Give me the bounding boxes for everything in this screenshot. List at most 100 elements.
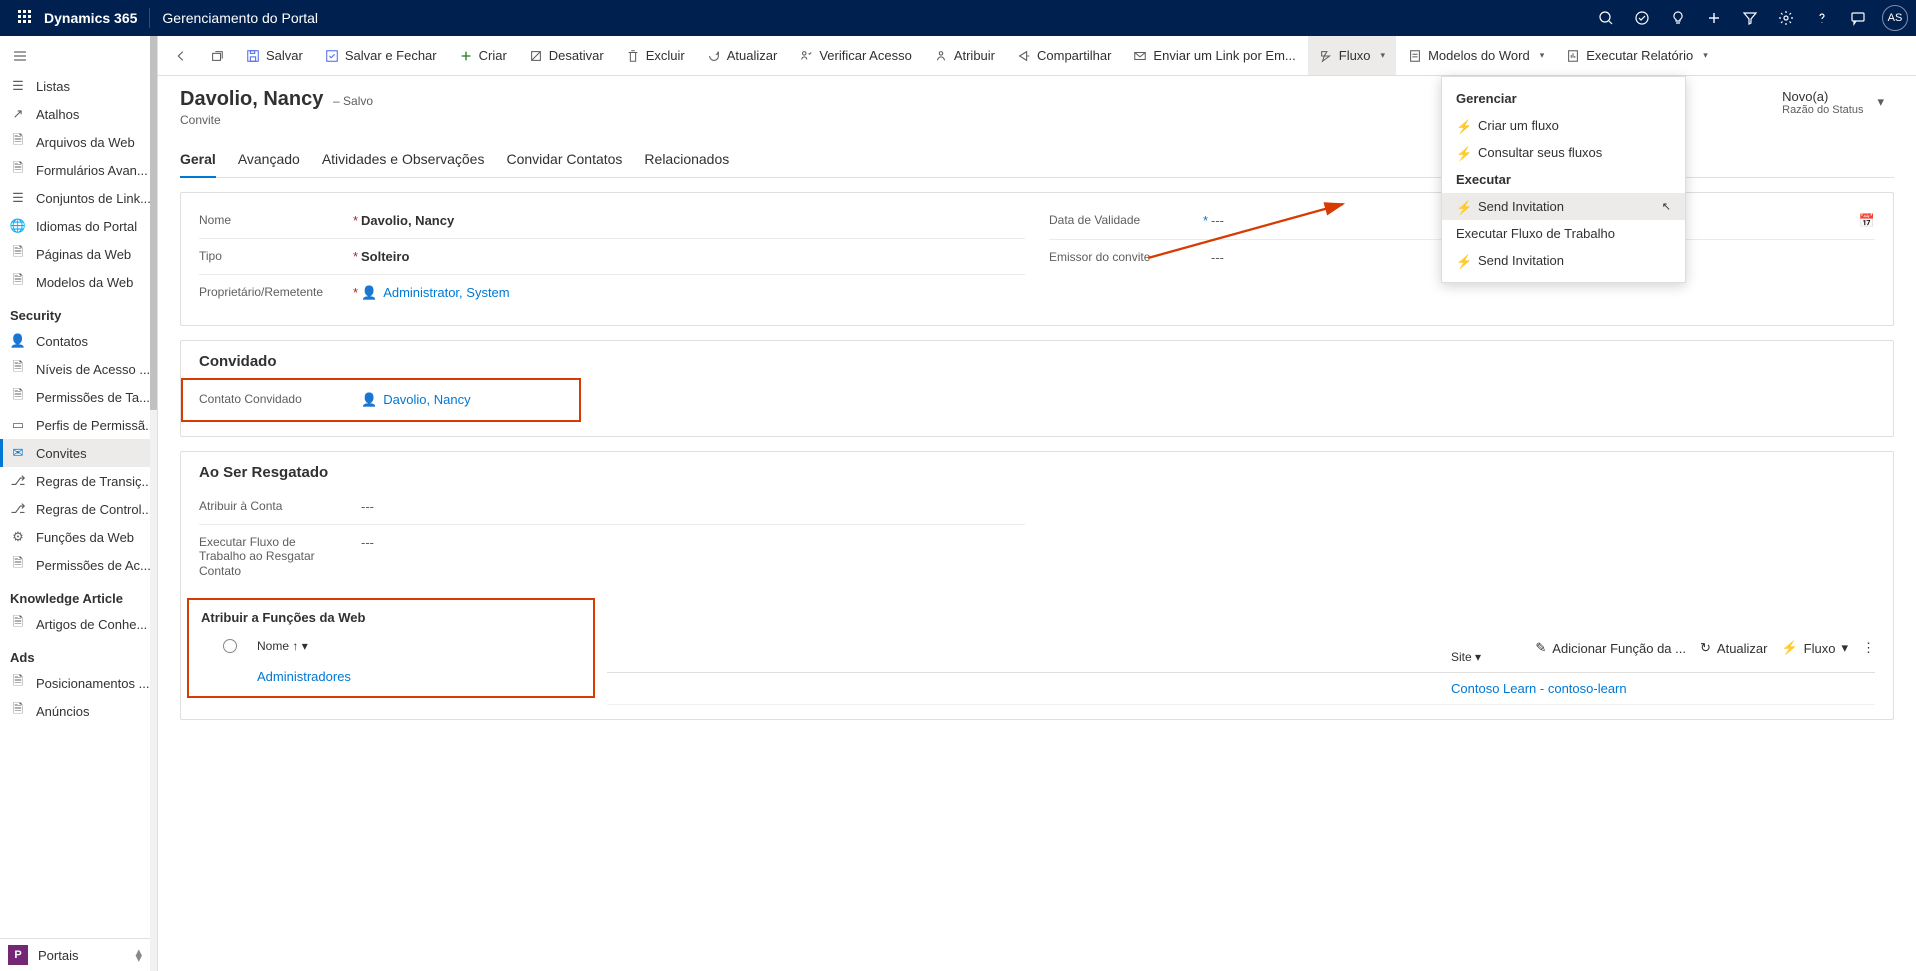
field-name[interactable]: Nome* Davolio, Nancy xyxy=(199,203,1025,239)
field-owner[interactable]: Proprietário/Remetente* 👤Administrator, … xyxy=(199,275,1025,311)
deactivate-button[interactable]: Desativar xyxy=(519,36,614,75)
sidebar-item[interactable]: 🗎 Permissões de Ta... xyxy=(0,383,157,411)
sidebar-item[interactable]: 🌐Idiomas do Portal xyxy=(0,212,157,240)
highlight-invited-contact: Contato Convidado 👤Davolio, Nancy xyxy=(181,378,581,422)
delete-button[interactable]: Excluir xyxy=(616,36,695,75)
assign-button[interactable]: Atribuir xyxy=(924,36,1005,75)
file-icon: 🗎 xyxy=(10,389,26,405)
sidebar-item[interactable]: ⎇Regras de Control... xyxy=(0,495,157,523)
sidebar-item[interactable]: ⎇Regras de Transiç... xyxy=(0,467,157,495)
field-invited-contact[interactable]: Contato Convidado 👤Davolio, Nancy xyxy=(199,386,563,414)
sidebar-item[interactable]: ⚙Funções da Web xyxy=(0,523,157,551)
check-access-button[interactable]: Verificar Acesso xyxy=(789,36,922,75)
status-selector[interactable]: Novo(a) Razão do Status ▾ xyxy=(1782,88,1894,116)
hamburger-icon[interactable] xyxy=(0,40,157,72)
email-link-button[interactable]: Enviar um Link por Em... xyxy=(1123,36,1305,75)
chevron-down-icon: ▾ xyxy=(1871,88,1890,116)
col-header[interactable]: Site xyxy=(1451,650,1472,664)
menu-label: Consultar seus fluxos xyxy=(1478,145,1602,160)
flow-menu-run-workflow[interactable]: Executar Fluxo de Trabalho xyxy=(1442,220,1685,247)
save-button[interactable]: Salvar xyxy=(236,36,313,75)
redemption-section: Ao Ser Resgatado Atribuir à Conta --- Ex… xyxy=(180,451,1894,720)
area-badge: P xyxy=(8,945,28,965)
gear-icon: ⚙ xyxy=(10,529,26,545)
flow-menu-create[interactable]: ⚡Criar um fluxo xyxy=(1442,112,1685,139)
invite-icon: ✉ xyxy=(10,445,26,461)
field-label: Executar Fluxo de Trabalho ao Resgatar C… xyxy=(199,535,315,578)
sidebar-item[interactable]: 🗎Permissões de Ac... xyxy=(0,551,157,579)
main: Salvar Salvar e Fechar Criar Desativar E… xyxy=(158,36,1916,971)
sidebar-header-knowledge: Knowledge Article xyxy=(0,579,157,610)
owner-link[interactable]: Administrator, System xyxy=(383,285,509,300)
row-site-link[interactable]: Contoso Learn - contoso-learn xyxy=(1451,681,1627,696)
file-icon: 🗎 xyxy=(10,616,26,632)
brand-label: Dynamics 365 xyxy=(44,10,137,26)
create-button[interactable]: Criar xyxy=(449,36,517,75)
sidebar-scrollbar[interactable] xyxy=(150,36,157,971)
sidebar-item[interactable]: ☰Listas xyxy=(0,72,157,100)
save-close-button[interactable]: Salvar e Fechar xyxy=(315,36,447,75)
chat-icon[interactable] xyxy=(1840,0,1876,36)
refresh-button[interactable]: Atualizar xyxy=(697,36,788,75)
field-run-workflow[interactable]: Executar Fluxo de Trabalho ao Resgatar C… xyxy=(199,525,1025,588)
cmd-label: Verificar Acesso xyxy=(819,48,912,63)
tab-general[interactable]: Geral xyxy=(180,145,216,177)
gear-icon[interactable] xyxy=(1768,0,1804,36)
share-button[interactable]: Compartilhar xyxy=(1007,36,1121,75)
list-icon: ☰ xyxy=(10,190,26,206)
sidebar-item[interactable]: 🗎Modelos da Web xyxy=(0,268,157,296)
sidebar-footer[interactable]: P Portais ▴▾ xyxy=(0,938,150,971)
sidebar-item-label: Níveis de Acesso ... xyxy=(36,362,150,377)
tab-invite-contacts[interactable]: Convidar Contatos xyxy=(506,145,622,177)
sidebar-item-label: Permissões de Ta... xyxy=(36,390,150,405)
filter-icon[interactable] xyxy=(1732,0,1768,36)
sidebar-item[interactable]: 🗎Anúncios xyxy=(0,697,157,725)
field-label: Data de Validade xyxy=(1049,213,1140,227)
invited-section: Convidado Contato Convidado 👤Davolio, Na… xyxy=(180,340,1894,437)
contact-link[interactable]: Davolio, Nancy xyxy=(383,392,470,407)
record-entity: Convite xyxy=(180,113,373,127)
avatar[interactable]: AS xyxy=(1882,5,1908,31)
sidebar-item[interactable]: 🗎Artigos de Conhe... xyxy=(0,610,157,638)
flow-button[interactable]: Fluxo▾ xyxy=(1308,36,1396,75)
tab-advanced[interactable]: Avançado xyxy=(238,145,300,177)
flow-menu-view[interactable]: ⚡ Consultar seus fluxos xyxy=(1442,139,1685,166)
field-assign-account[interactable]: Atribuir à Conta --- xyxy=(199,489,1025,525)
chevron-down-icon[interactable]: ▾ xyxy=(1475,650,1481,664)
flow-menu-send-invitation[interactable]: ⚡Send Invitation↖ xyxy=(1442,193,1685,220)
tab-related[interactable]: Relacionados xyxy=(644,145,729,177)
run-report-button[interactable]: Executar Relatório▾ xyxy=(1556,36,1717,75)
chevron-down-icon: ▾ xyxy=(1381,50,1386,61)
sidebar-item[interactable]: 🗎Formulários Avan... xyxy=(0,156,157,184)
sidebar-item[interactable]: ☰Conjuntos de Link... xyxy=(0,184,157,212)
open-new-window-button[interactable] xyxy=(200,36,234,75)
app-launcher-icon[interactable] xyxy=(18,10,34,26)
sidebar-item[interactable]: 🗎Arquivos da Web xyxy=(0,128,157,156)
field-label: Proprietário/Remetente xyxy=(199,285,323,299)
sidebar-item[interactable]: 🗎Posicionamentos ... xyxy=(0,669,157,697)
back-button[interactable] xyxy=(164,36,198,75)
sidebar-item[interactable]: 🗎Níveis de Acesso ... xyxy=(0,355,157,383)
search-icon[interactable] xyxy=(1588,0,1624,36)
calendar-icon[interactable]: 📅 xyxy=(1859,213,1875,229)
file-icon: 🗎 xyxy=(10,557,26,573)
field-type[interactable]: Tipo* Solteiro xyxy=(199,239,1025,275)
field-label: Contato Convidado xyxy=(199,392,302,406)
flow-menu-send-invitation-2[interactable]: ⚡Send Invitation xyxy=(1442,247,1685,274)
topbar: Dynamics 365 Gerenciamento do Portal AS xyxy=(0,0,1916,36)
menu-label: Send Invitation xyxy=(1478,199,1564,214)
word-templates-button[interactable]: Modelos do Word▾ xyxy=(1398,36,1554,75)
lightbulb-icon[interactable] xyxy=(1660,0,1696,36)
sidebar-item[interactable]: 👤Contatos xyxy=(0,327,157,355)
sidebar-item-convites[interactable]: ✉Convites xyxy=(0,439,157,467)
card-icon: ▭ xyxy=(10,417,26,433)
flow-icon: ⚡ xyxy=(1456,146,1470,160)
add-icon[interactable] xyxy=(1696,0,1732,36)
tab-activities[interactable]: Atividades e Observações xyxy=(322,145,485,177)
sidebar-item[interactable]: ▭Perfis de Permissã... xyxy=(0,411,157,439)
help-icon[interactable] xyxy=(1804,0,1840,36)
sidebar-item[interactable]: ↗Atalhos xyxy=(0,100,157,128)
task-icon[interactable] xyxy=(1624,0,1660,36)
cmd-label: Atribuir xyxy=(954,48,995,63)
sidebar-item[interactable]: 🗎Páginas da Web xyxy=(0,240,157,268)
